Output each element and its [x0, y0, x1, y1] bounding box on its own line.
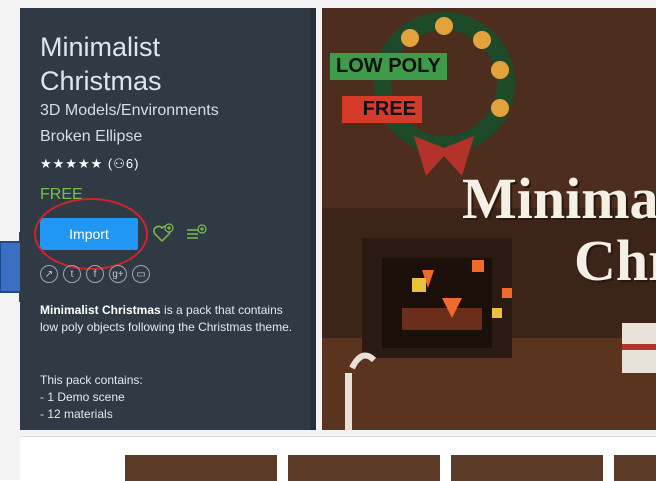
share-icon[interactable]: ↗	[40, 265, 58, 283]
twitter-icon[interactable]: t	[63, 265, 81, 283]
rating: ★★★★★ (⚇6)	[40, 156, 139, 172]
thumbnail[interactable]	[614, 455, 656, 481]
asset-title-line2: Christmas	[40, 66, 162, 96]
description-asset-name: Minimalist Christmas	[40, 303, 161, 317]
add-to-wishlist-icon[interactable]	[152, 222, 176, 244]
contents-list: This pack contains: - 1 Demo scene - 12 …	[40, 372, 143, 423]
contents-item: - 12 materials	[40, 407, 113, 421]
free-badge: FREE	[342, 96, 422, 123]
asset-info-panel: Minimalist Christmas 3D Models/Environme…	[20, 8, 316, 430]
asset-title: Minimalist Christmas	[40, 30, 162, 98]
social-share-bar: ↗ t f g+ ▭	[40, 265, 150, 283]
asset-title-line1: Minimalist	[40, 32, 161, 62]
comment-icon[interactable]: ▭	[132, 265, 150, 283]
hero-image[interactable]: LOW POLY FREE Minimalist Chri	[322, 8, 656, 430]
category-link[interactable]: 3D Models/Environments	[40, 102, 219, 120]
low-poly-badge: LOW POLY	[330, 53, 447, 80]
rating-count: (⚇6)	[107, 156, 140, 171]
contents-heading: This pack contains:	[40, 373, 143, 387]
panel-scrollbar[interactable]	[310, 8, 316, 430]
add-to-list-icon[interactable]	[184, 222, 208, 244]
publisher-link[interactable]: Broken Ellipse	[40, 128, 142, 146]
contents-item: - 1 Demo scene	[40, 390, 125, 404]
hero-title-line2: Chri	[574, 228, 656, 293]
thumbnail[interactable]	[125, 455, 277, 481]
thumbnail-strip	[20, 436, 656, 481]
star-rating-icon: ★★★★★	[40, 156, 104, 171]
annotation-circle	[34, 198, 148, 270]
google-plus-icon[interactable]: g+	[109, 265, 127, 283]
description: Minimalist Christmas is a pack that cont…	[40, 302, 302, 336]
thumbnail[interactable]	[288, 455, 440, 481]
facebook-icon[interactable]: f	[86, 265, 104, 283]
hero-title-line1: Minimalist	[462, 166, 656, 231]
thumbnail[interactable]	[451, 455, 603, 481]
